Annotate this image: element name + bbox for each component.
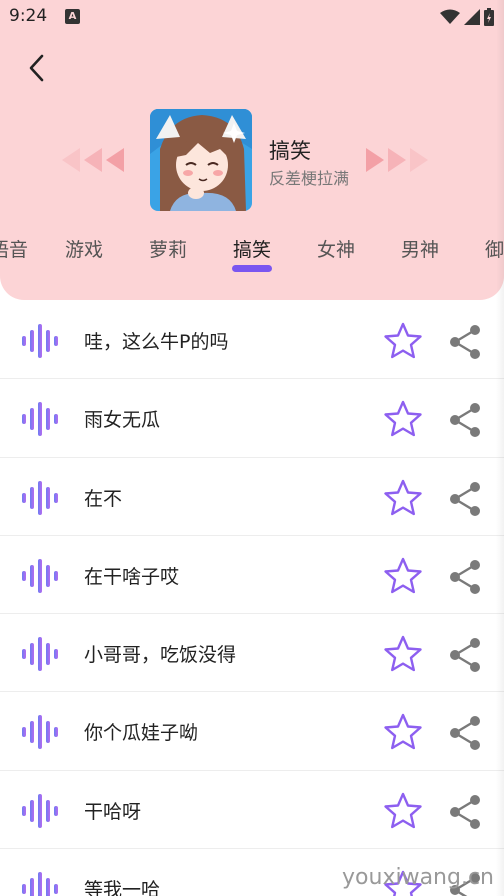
- share-icon[interactable]: [446, 636, 484, 674]
- list-item[interactable]: 你个瓜娃子呦: [0, 692, 504, 771]
- audio-wave-icon[interactable]: [20, 793, 58, 828]
- watermark: youxiwang.cn: [342, 865, 494, 890]
- favorite-star-icon[interactable]: [383, 712, 423, 752]
- favorite-star-icon[interactable]: [383, 478, 423, 518]
- battery-icon: [484, 8, 494, 26]
- wifi-icon: [440, 9, 460, 24]
- share-icon[interactable]: [446, 323, 484, 361]
- sound-title: 在不: [84, 487, 123, 510]
- sound-title: 哇，这么牛P的吗: [84, 331, 229, 353]
- audio-wave-icon[interactable]: [20, 324, 58, 358]
- tab-funny[interactable]: 搞笑: [233, 235, 271, 262]
- favorite-star-icon[interactable]: [383, 791, 423, 831]
- arrow-left-icon: [106, 148, 124, 172]
- audio-wave-icon[interactable]: [20, 402, 58, 437]
- arrow-left-icon: [62, 148, 80, 172]
- audio-wave-icon[interactable]: [20, 637, 58, 672]
- list-item[interactable]: 小哥哥，吃饭没得: [0, 614, 504, 693]
- arrow-left-icon: [84, 148, 102, 172]
- prev-category-arrows[interactable]: [62, 148, 124, 172]
- arrow-right-icon: [410, 148, 428, 172]
- favorite-star-icon[interactable]: [383, 399, 423, 439]
- category-title: 搞笑: [269, 139, 311, 163]
- share-icon[interactable]: [446, 558, 484, 596]
- list-item[interactable]: 在不: [0, 458, 504, 536]
- favorite-star-icon[interactable]: [383, 634, 423, 674]
- tab-male-god[interactable]: 男神: [401, 235, 439, 262]
- audio-wave-icon[interactable]: [20, 715, 58, 750]
- share-icon[interactable]: [446, 714, 484, 752]
- scroll-edge: [496, 0, 504, 896]
- category-subtitle: 反差梗拉满: [269, 169, 350, 188]
- active-tab-indicator: [232, 265, 272, 272]
- sound-title: 你个瓜娃子呦: [84, 722, 199, 745]
- audio-wave-icon[interactable]: [20, 480, 58, 515]
- tab-goddess[interactable]: 女神: [317, 235, 355, 262]
- arrow-right-icon: [366, 148, 384, 172]
- arrow-right-icon: [388, 148, 406, 172]
- sound-title: 在干啥子哎: [84, 565, 180, 588]
- sound-list: 哇，这么牛P的吗 雨女无瓜在不在干啥子哎小哥哥，吃饭没得 你个瓜娃子呦 干哈呀等我一哈: [0, 301, 504, 896]
- system-icons: [440, 7, 494, 27]
- signal-icon: [464, 9, 480, 25]
- tab-games[interactable]: 游戏: [65, 235, 103, 262]
- notification-icon: A: [65, 9, 80, 24]
- category-tabs: 语音 游戏 萝莉 搞笑 女神 男神 御: [0, 225, 504, 275]
- tab-voice[interactable]: 语音: [0, 235, 28, 262]
- audio-wave-icon[interactable]: [20, 872, 58, 896]
- category-cover-image: [150, 109, 252, 211]
- status-bar: 9:24 A: [0, 0, 504, 34]
- list-item[interactable]: 在干啥子哎: [0, 536, 504, 615]
- sound-title: 等我一哈: [84, 879, 161, 896]
- sound-title: 小哥哥，吃饭没得: [84, 644, 237, 667]
- sound-title: 雨女无瓜: [84, 409, 161, 432]
- page: 9:24 A 搞笑 反差梗拉满 音 游戏 萝莉 搞笑 女神 男神 御 哇，这么牛…: [0, 0, 504, 896]
- sound-title: 干哈呀: [84, 800, 142, 823]
- tab-loli[interactable]: 萝莉: [149, 235, 187, 262]
- header-panel: 9:24 A 搞笑 反差梗拉满 音 游戏 萝莉 搞笑 女神 男神 御: [0, 0, 504, 300]
- audio-wave-icon[interactable]: [20, 558, 58, 593]
- back-button[interactable]: [20, 50, 52, 86]
- list-item[interactable]: 哇，这么牛P的吗: [0, 301, 504, 380]
- share-icon[interactable]: [446, 401, 484, 439]
- next-category-arrows[interactable]: [366, 148, 428, 172]
- list-item[interactable]: 干哈呀: [0, 771, 504, 850]
- chevron-left-icon: [29, 54, 44, 82]
- favorite-star-icon[interactable]: [383, 321, 423, 361]
- favorite-star-icon[interactable]: [383, 556, 423, 596]
- list-item[interactable]: 雨女无瓜: [0, 379, 504, 458]
- status-time: 9:24: [9, 6, 48, 26]
- share-icon[interactable]: [446, 480, 484, 518]
- share-icon[interactable]: [446, 793, 484, 831]
